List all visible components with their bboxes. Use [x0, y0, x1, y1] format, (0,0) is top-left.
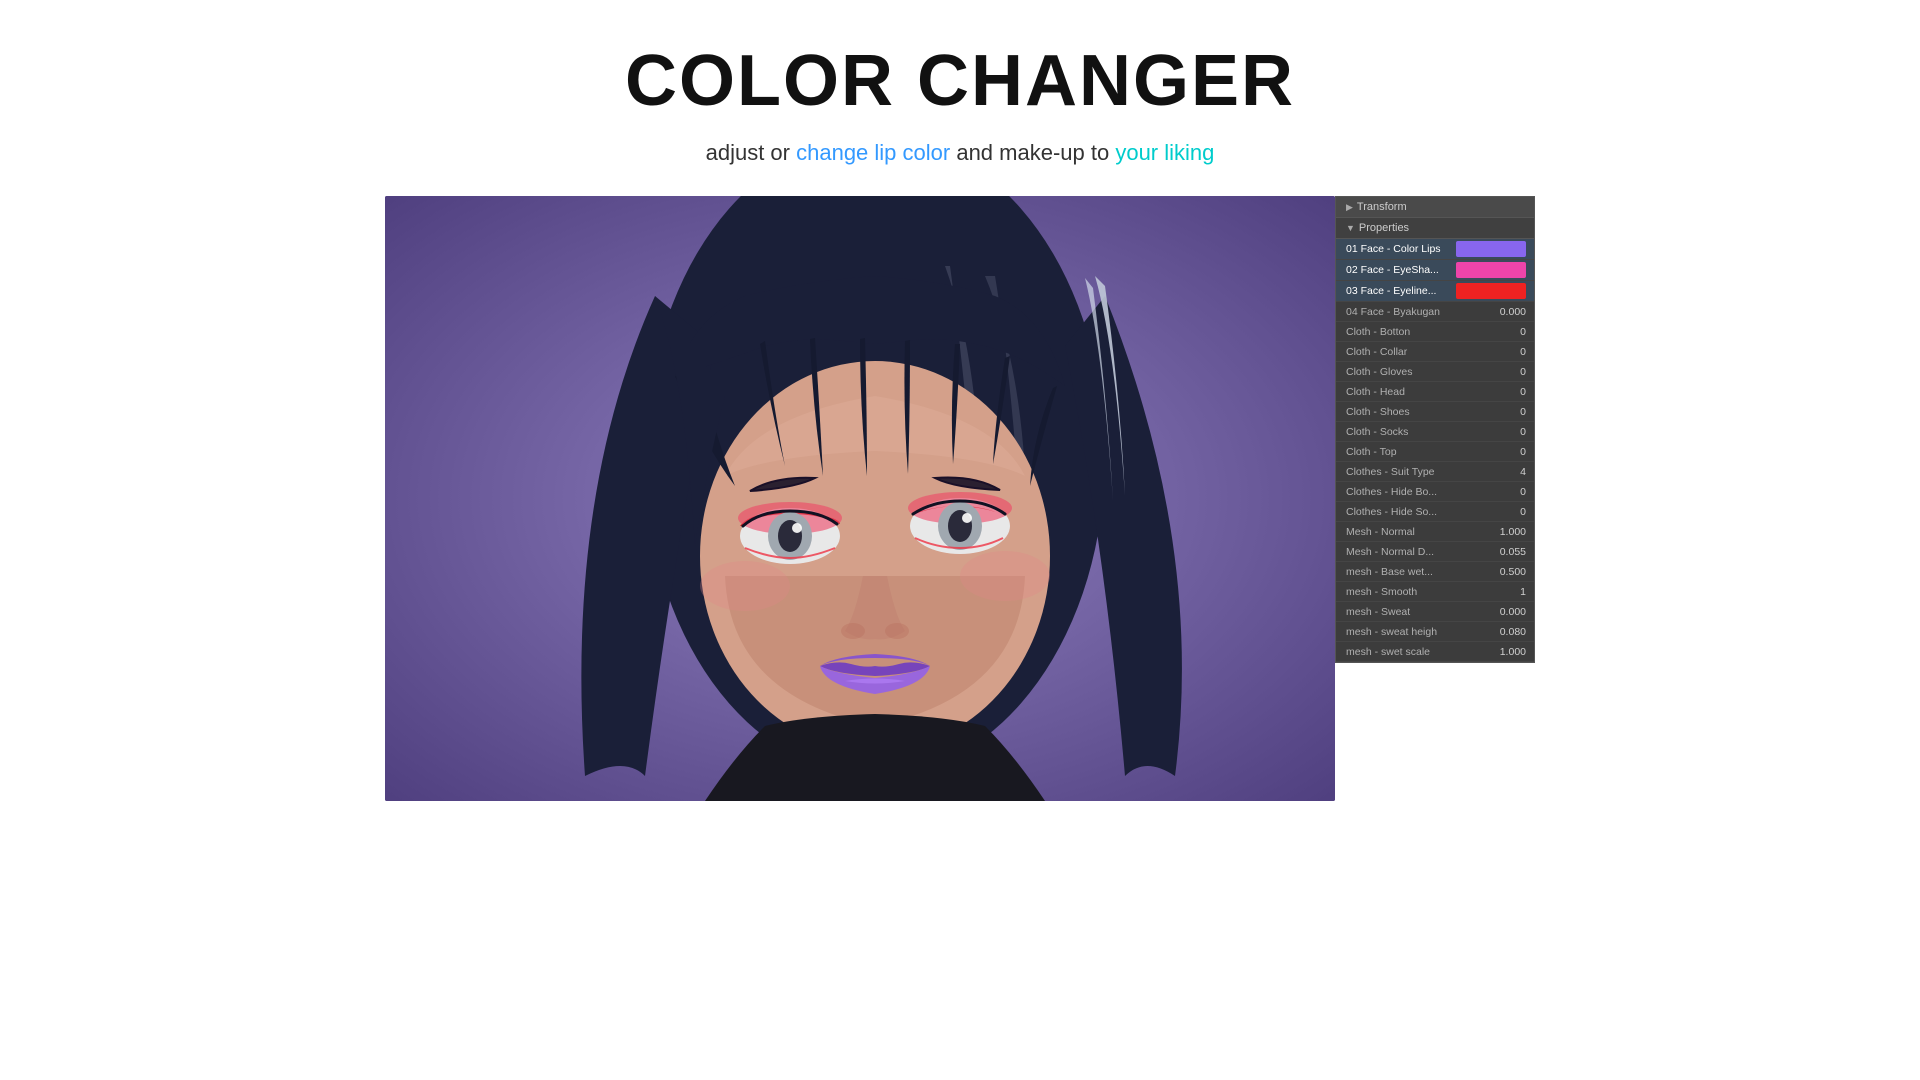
prop-row-mesh-smooth[interactable]: mesh - Smooth 1 [1336, 582, 1534, 602]
prop-value-suit-type: 4 [1481, 466, 1526, 478]
prop-row-eyeshadow[interactable]: 02 Face - EyeSha... [1336, 260, 1534, 281]
prop-value-cloth-gloves: 0 [1481, 366, 1526, 378]
prop-row-mesh-base-wet[interactable]: mesh - Base wet... 0.500 [1336, 562, 1534, 582]
prop-value-cloth-socks: 0 [1481, 426, 1526, 438]
prop-label-mesh-base-wet: mesh - Base wet... [1346, 566, 1481, 578]
prop-row-suit-type[interactable]: Clothes - Suit Type 4 [1336, 462, 1534, 482]
prop-label-cloth-botton: Cloth - Botton [1346, 326, 1481, 338]
prop-label-eyeshadow: 02 Face - EyeSha... [1346, 264, 1456, 276]
color-swatch-lips[interactable] [1456, 241, 1526, 257]
prop-label-mesh-normal: Mesh - Normal [1346, 526, 1481, 538]
prop-value-mesh-normal: 1.000 [1481, 526, 1526, 538]
prop-value-cloth-collar: 0 [1481, 346, 1526, 358]
subtitle: adjust or change lip color and make-up t… [0, 140, 1920, 166]
prop-label-mesh-sweat-heigh: mesh - sweat heigh [1346, 626, 1481, 638]
prop-row-mesh-swet-scale[interactable]: mesh - swet scale 1.000 [1336, 642, 1534, 662]
prop-label-cloth-gloves: Cloth - Gloves [1346, 366, 1481, 378]
prop-value-cloth-top: 0 [1481, 446, 1526, 458]
subtitle-plain: adjust or [706, 140, 797, 165]
prop-label-eyeliner: 03 Face - Eyeline... [1346, 285, 1456, 297]
prop-label-mesh-sweat: mesh - Sweat [1346, 606, 1481, 618]
prop-label-cloth-socks: Cloth - Socks [1346, 426, 1481, 438]
prop-row-cloth-top[interactable]: Cloth - Top 0 [1336, 442, 1534, 462]
prop-value-byakugan: 0.000 [1481, 306, 1526, 318]
prop-row-mesh-sweat[interactable]: mesh - Sweat 0.000 [1336, 602, 1534, 622]
prop-value-cloth-head: 0 [1481, 386, 1526, 398]
prop-row-cloth-head[interactable]: Cloth - Head 0 [1336, 382, 1534, 402]
prop-label-mesh-swet-scale: mesh - swet scale [1346, 646, 1481, 658]
properties-rows: 01 Face - Color Lips 02 Face - EyeSha...… [1336, 239, 1534, 662]
prop-label-cloth-top: Cloth - Top [1346, 446, 1481, 458]
prop-value-hide-bo: 0 [1481, 486, 1526, 498]
properties-header[interactable]: ▼ Properties [1336, 218, 1534, 239]
prop-value-mesh-sweat-heigh: 0.080 [1481, 626, 1526, 638]
main-content: ▶ [0, 196, 1920, 801]
prop-row-hide-so[interactable]: Clothes - Hide So... 0 [1336, 502, 1534, 522]
prop-label-cloth-collar: Cloth - Collar [1346, 346, 1481, 358]
character-illustration [385, 196, 1335, 801]
subtitle-link1[interactable]: change lip color [796, 140, 950, 165]
prop-label-cloth-shoes: Cloth - Shoes [1346, 406, 1481, 418]
prop-value-mesh-normal-d: 0.055 [1481, 546, 1526, 558]
color-swatch-eyeshadow[interactable] [1456, 262, 1526, 278]
prop-row-cloth-shoes[interactable]: Cloth - Shoes 0 [1336, 402, 1534, 422]
color-swatch-eyeliner[interactable] [1456, 283, 1526, 299]
subtitle-link2[interactable]: your liking [1115, 140, 1214, 165]
prop-label-mesh-normal-d: Mesh - Normal D... [1346, 546, 1481, 558]
properties-panel: ▶ Transform ▼ Properties 01 Face - Color… [1335, 196, 1535, 663]
prop-value-mesh-base-wet: 0.500 [1481, 566, 1526, 578]
page-title: COLOR CHANGER [0, 40, 1920, 122]
prop-value-mesh-sweat: 0.000 [1481, 606, 1526, 618]
prop-value-hide-so: 0 [1481, 506, 1526, 518]
prop-value-cloth-shoes: 0 [1481, 406, 1526, 418]
transform-header[interactable]: ▶ Transform [1336, 197, 1534, 218]
prop-row-lips[interactable]: 01 Face - Color Lips [1336, 239, 1534, 260]
prop-label-hide-so: Clothes - Hide So... [1346, 506, 1481, 518]
prop-label-byakugan: 04 Face - Byakugan [1346, 306, 1481, 318]
prop-row-cloth-collar[interactable]: Cloth - Collar 0 [1336, 342, 1534, 362]
prop-row-hide-bo[interactable]: Clothes - Hide Bo... 0 [1336, 482, 1534, 502]
properties-arrow: ▼ [1346, 223, 1355, 233]
prop-row-mesh-normal-d[interactable]: Mesh - Normal D... 0.055 [1336, 542, 1534, 562]
prop-row-mesh-sweat-heigh[interactable]: mesh - sweat heigh 0.080 [1336, 622, 1534, 642]
subtitle-middle: and make-up to [950, 140, 1115, 165]
prop-value-mesh-smooth: 1 [1481, 586, 1526, 598]
prop-label-cloth-head: Cloth - Head [1346, 386, 1481, 398]
prop-row-byakugan[interactable]: 04 Face - Byakugan 0.000 [1336, 302, 1534, 322]
prop-value-mesh-swet-scale: 1.000 [1481, 646, 1526, 658]
prop-row-cloth-botton[interactable]: Cloth - Botton 0 [1336, 322, 1534, 342]
prop-value-cloth-botton: 0 [1481, 326, 1526, 338]
viewport[interactable]: ▶ [385, 196, 1335, 801]
prop-row-mesh-normal[interactable]: Mesh - Normal 1.000 [1336, 522, 1534, 542]
prop-label-lips: 01 Face - Color Lips [1346, 243, 1456, 255]
transform-label: Transform [1357, 201, 1407, 213]
prop-label-hide-bo: Clothes - Hide Bo... [1346, 486, 1481, 498]
prop-label-mesh-smooth: mesh - Smooth [1346, 586, 1481, 598]
transform-arrow: ▶ [1346, 202, 1353, 213]
prop-row-eyeliner[interactable]: 03 Face - Eyeline... [1336, 281, 1534, 302]
prop-row-cloth-socks[interactable]: Cloth - Socks 0 [1336, 422, 1534, 442]
prop-row-cloth-gloves[interactable]: Cloth - Gloves 0 [1336, 362, 1534, 382]
prop-label-suit-type: Clothes - Suit Type [1346, 466, 1481, 478]
properties-label: Properties [1359, 222, 1409, 234]
